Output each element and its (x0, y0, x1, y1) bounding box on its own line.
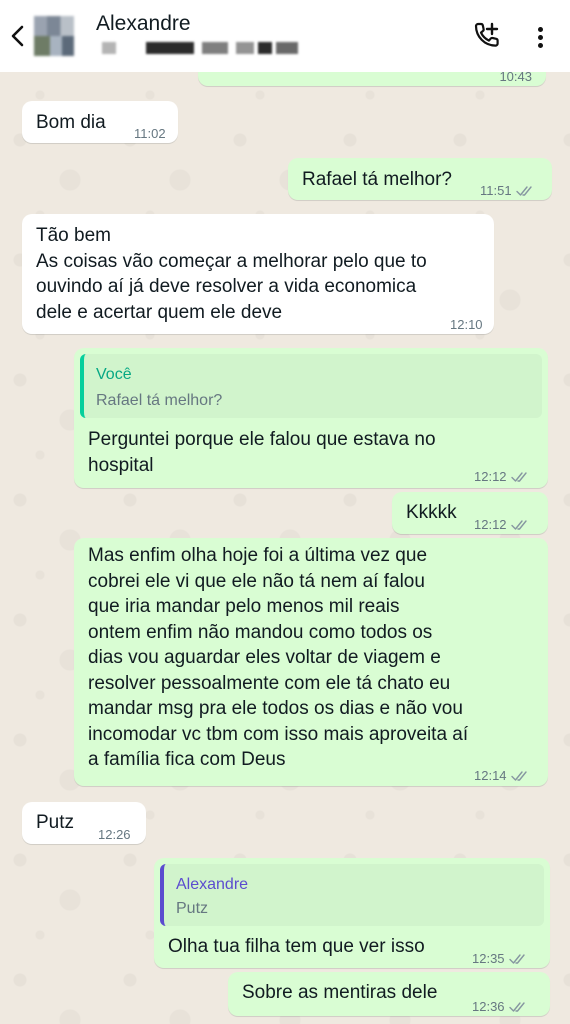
more-vert-icon (530, 20, 550, 48)
message-time: 12:35 (472, 946, 528, 972)
message-time: 12:12 (474, 464, 530, 490)
message-text: Kkkkk (406, 502, 457, 523)
message-time: 11:02 (134, 126, 166, 141)
read-ticks-icon (510, 472, 527, 482)
message-text: Bom dia (36, 112, 106, 133)
message-bubble-outgoing[interactable]: Kkkkk 12:12 (392, 492, 548, 534)
message-text: Putz (36, 812, 75, 833)
message-bubble-outgoing[interactable]: Sobre as mentiras dele 12:36 (228, 972, 550, 1016)
message-text: Rafael tá melhor? (302, 169, 452, 190)
read-ticks-icon (508, 954, 525, 964)
message-bubble-outgoing[interactable]: Rafael tá melhor? 11:51 (288, 158, 552, 200)
read-ticks-icon (510, 520, 527, 530)
message-text: Perguntei porque ele falou que estava no… (88, 429, 436, 476)
quote-text: Rafael tá melhor? (96, 392, 223, 409)
read-ticks-icon (508, 1002, 525, 1012)
back-button[interactable] (8, 22, 28, 50)
message-time: 12:14 (474, 763, 530, 789)
arrow-left-icon (11, 25, 24, 47)
quote-author: Você (96, 366, 132, 383)
message-bubble-outgoing-reply[interactable]: Alexandre Putz Olha tua filha tem que ve… (154, 858, 550, 968)
message-bubble-incoming[interactable]: Bom dia 11:02 (22, 101, 178, 143)
add-call-button[interactable] (470, 20, 502, 52)
add-call-icon (474, 22, 499, 47)
message-bubble-outgoing-reply[interactable]: Você Rafael tá melhor? Perguntei porque … (74, 348, 548, 488)
chat-header: Alexandre (0, 0, 570, 72)
message-text: Tão bem As coisas vão começar a melhorar… (36, 225, 427, 323)
contact-name[interactable]: Alexandre (96, 12, 191, 36)
quoted-message[interactable]: Alexandre Putz (160, 864, 544, 926)
message-bubble-incoming[interactable]: Putz 12:26 (22, 802, 146, 844)
read-ticks-icon (515, 186, 532, 196)
message-bubble-outgoing[interactable]: Mas enfim olha hoje foi a última vez que… (74, 538, 548, 786)
message-time: 12:36 (472, 994, 528, 1020)
avatar[interactable] (34, 16, 74, 56)
quote-text: Putz (176, 900, 209, 917)
message-time: 12:10 (450, 317, 483, 332)
message-text: Olha tua filha tem que ver isso (168, 936, 425, 957)
message-text: Sobre as mentiras dele (242, 982, 438, 1003)
message-text: Mas enfim olha hoje foi a última vez que… (88, 545, 469, 770)
read-ticks-icon (510, 771, 527, 781)
quote-author: Alexandre (176, 876, 249, 893)
message-bubble-incoming[interactable]: Tão bem As coisas vão começar a melhorar… (22, 214, 494, 334)
message-time: 12:12 (474, 512, 530, 538)
message-time: 12:26 (98, 827, 131, 842)
more-options-button[interactable] (530, 20, 550, 52)
message-time: 11:51 (480, 178, 535, 204)
contact-status-redacted (96, 42, 306, 54)
quoted-message[interactable]: Você Rafael tá melhor? (80, 354, 542, 418)
